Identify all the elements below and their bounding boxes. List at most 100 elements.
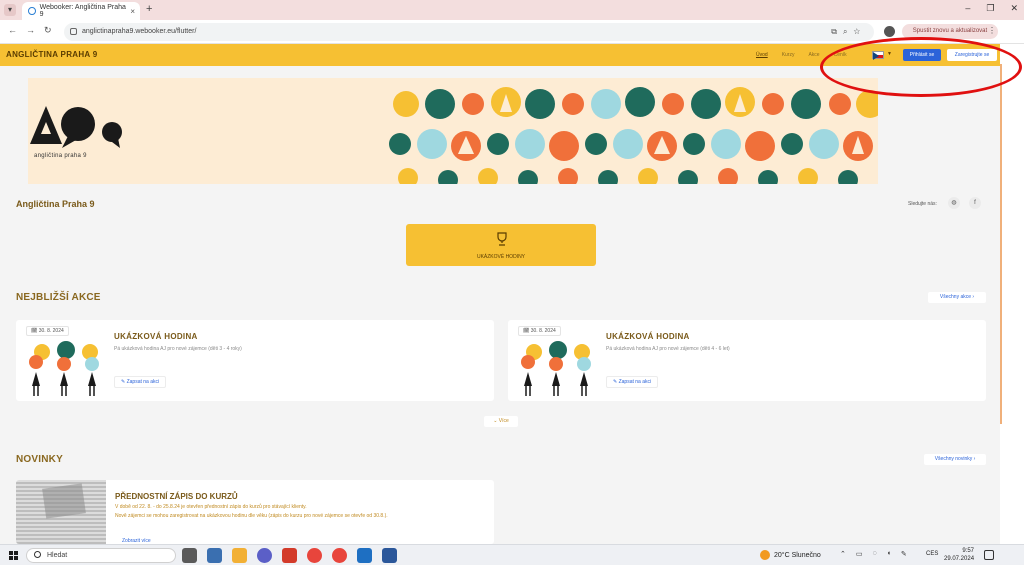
signup-event-button[interactable]: ✎ Zapsat na akci bbox=[114, 376, 167, 388]
event-title: UKÁZKOVÁ HODINA bbox=[114, 332, 198, 341]
news-heading: NOVINKY bbox=[16, 454, 63, 465]
notifications-icon[interactable] bbox=[984, 550, 994, 560]
taskbar-clock[interactable]: 9:57 29.07.2024 bbox=[944, 547, 974, 563]
all-news-label: Všechny novinky bbox=[934, 456, 973, 462]
czech-flag-icon[interactable] bbox=[872, 51, 884, 60]
chrome-icon[interactable] bbox=[307, 548, 322, 563]
banner-pattern-graphic bbox=[389, 87, 878, 184]
battery-icon[interactable]: ▭ bbox=[856, 550, 863, 558]
taskbar-search[interactable]: Hledat bbox=[26, 548, 176, 563]
all-events-label: Všechny akce bbox=[939, 294, 972, 300]
more-events-button[interactable]: ⌄ Více bbox=[484, 416, 518, 427]
windows-taskbar: Hledat 20°C Slunečno ⌃ ▭ ◌ ◖ ✎ CES 9:57 bbox=[0, 544, 1024, 565]
task-view-icon[interactable] bbox=[182, 548, 197, 563]
news-card[interactable]: PŘEDNOSTNÍ ZÁPIS DO KURZŮ V době od 22. … bbox=[16, 480, 494, 544]
nav-link-home[interactable]: Úvod bbox=[756, 52, 768, 58]
event-description: Pá ukázková hodina AJ pro nové zájemce (… bbox=[114, 346, 242, 352]
clock-date: 29.07.2024 bbox=[944, 556, 975, 562]
browser-tab[interactable]: Webooker: Angličtina Praha 9 × bbox=[22, 2, 140, 20]
newspaper-image bbox=[16, 480, 106, 544]
app-icon[interactable] bbox=[282, 548, 297, 563]
event-card[interactable]: 🗓 30. 8. 2024 UKÁZKOVÁ HODINA Pá ukázkov… bbox=[508, 320, 986, 401]
children-balloons-illustration bbox=[521, 341, 591, 396]
register-button[interactable]: Zaregistrujte se bbox=[947, 49, 997, 61]
taskbar-apps bbox=[182, 548, 397, 563]
tab-search-icon[interactable]: ▾ bbox=[4, 4, 16, 16]
all-events-button[interactable]: Všechny akce › bbox=[928, 292, 986, 303]
children-balloons-illustration bbox=[29, 341, 99, 396]
widgets-icon[interactable] bbox=[207, 548, 222, 563]
site-name-heading: Angličtina Praha 9 bbox=[16, 199, 95, 209]
weather-widget[interactable]: 20°C Slunečno bbox=[760, 550, 821, 560]
logo-subtitle: angličtina praha 9 bbox=[34, 153, 87, 159]
tray-chevron-up-icon[interactable]: ⌃ bbox=[840, 550, 846, 558]
chrome-profile-icon[interactable] bbox=[332, 548, 347, 563]
sun-icon bbox=[760, 550, 770, 560]
file-explorer-icon[interactable] bbox=[232, 548, 247, 563]
language-chevron-down-icon[interactable]: ▼ bbox=[887, 51, 892, 57]
zoom-icon[interactable]: ⌕ bbox=[843, 27, 853, 36]
meet-icon[interactable] bbox=[257, 548, 272, 563]
omnibox-tools: ⧉⌕☆ bbox=[831, 23, 866, 41]
events-heading: NEJBLIŽŠÍ AKCE bbox=[16, 292, 101, 303]
facebook-icon[interactable]: f bbox=[969, 197, 981, 209]
nav-link-courses[interactable]: Kurzy bbox=[782, 52, 795, 58]
tab-title: Webooker: Angličtina Praha 9 bbox=[39, 4, 126, 18]
nav-link-pricing[interactable]: Ceník bbox=[834, 52, 847, 58]
forward-icon[interactable]: → bbox=[26, 25, 35, 35]
login-button[interactable]: Přihlásit se bbox=[903, 49, 941, 61]
taskbar-search-label: Hledat bbox=[47, 552, 68, 559]
follow-label: Sledujte nás: bbox=[908, 201, 937, 207]
screenshot-root: ▾ Webooker: Angličtina Praha 9 × + – ❐ ✕… bbox=[0, 0, 1024, 565]
weather-text: 20°C Slunečno bbox=[774, 551, 821, 559]
trophy-icon bbox=[497, 232, 507, 246]
word-icon[interactable] bbox=[382, 548, 397, 563]
pen-icon[interactable]: ✎ bbox=[901, 550, 907, 558]
page-scrollbar[interactable] bbox=[1000, 44, 1024, 544]
website-globe-icon[interactable]: ◍ bbox=[948, 197, 960, 209]
address-bar[interactable]: anglictinapraha9.webooker.eu/flutter/ ⧉⌕… bbox=[64, 23, 874, 41]
network-icon[interactable]: ◌ bbox=[873, 550, 877, 558]
event-title: UKÁZKOVÁ HODINA bbox=[606, 332, 690, 341]
profile-avatar[interactable] bbox=[884, 26, 895, 37]
volume-icon[interactable]: ◖ bbox=[887, 550, 891, 558]
signup-event-label: Zapsat na akci bbox=[126, 379, 160, 385]
more-label: Více bbox=[498, 418, 509, 424]
scrollbar-track[interactable] bbox=[1000, 64, 1002, 424]
back-icon[interactable]: ← bbox=[8, 25, 17, 35]
news-title: PŘEDNOSTNÍ ZÁPIS DO KURZŮ bbox=[115, 492, 238, 501]
system-tray: ⌃ ▭ ◌ ◖ ✎ bbox=[840, 550, 907, 558]
news-text-line: V době od 22. 8. - do 25.8.24 je otevřen… bbox=[115, 504, 307, 510]
event-date-badge: 🗓 30. 8. 2024 bbox=[518, 326, 561, 336]
window-controls: – ❐ ✕ bbox=[965, 3, 1018, 14]
menu-kebab-icon[interactable]: ⋮ bbox=[988, 26, 996, 35]
windows-start-icon[interactable] bbox=[9, 551, 18, 560]
event-description: Pá ukázková hodina AJ pro nové zájemce (… bbox=[606, 346, 730, 352]
reload-icon[interactable]: ↻ bbox=[44, 25, 52, 36]
install-icon[interactable]: ⧉ bbox=[831, 27, 843, 36]
news-text-line: Nově zájemci se mohou zaregistrovat na u… bbox=[115, 513, 388, 519]
browser-tab-strip: ▾ Webooker: Angličtina Praha 9 × + – ❐ ✕ bbox=[0, 0, 1024, 20]
new-tab-button[interactable]: + bbox=[146, 3, 152, 15]
signup-event-button[interactable]: ✎ Zapsat na akci bbox=[606, 376, 659, 388]
hero-banner: angličtina praha 9 bbox=[28, 78, 878, 184]
site-brand[interactable]: ANGLIČTINA PRAHA 9 bbox=[6, 50, 97, 59]
update-button[interactable]: Spustit znovu a aktualizovat bbox=[902, 24, 998, 39]
minimize-icon[interactable]: – bbox=[965, 3, 970, 14]
event-card[interactable]: 🗓 30. 8. 2024 UKÁZKOVÁ HODINA Pá ukázkov… bbox=[16, 320, 494, 401]
language-indicator[interactable]: CES bbox=[926, 551, 938, 557]
outlook-icon[interactable] bbox=[357, 548, 372, 563]
site-info-icon[interactable] bbox=[70, 28, 77, 35]
restore-icon[interactable]: ❐ bbox=[986, 3, 994, 14]
bookmark-star-icon[interactable]: ☆ bbox=[853, 27, 866, 36]
sample-lessons-button[interactable]: UKÁZKOVÉ HODINY bbox=[406, 224, 596, 266]
close-window-icon[interactable]: ✕ bbox=[1010, 3, 1018, 14]
clock-time: 9:57 bbox=[962, 548, 975, 554]
url-text: anglictinapraha9.webooker.eu/flutter/ bbox=[82, 28, 197, 35]
all-news-button[interactable]: Všechny novinky › bbox=[924, 454, 986, 465]
search-icon bbox=[34, 551, 41, 558]
event-date: 30. 8. 2024 bbox=[38, 328, 64, 334]
tab-close-icon[interactable]: × bbox=[130, 7, 135, 16]
event-date-badge: 🗓 30. 8. 2024 bbox=[26, 326, 69, 336]
nav-link-events[interactable]: Akce bbox=[808, 52, 819, 58]
